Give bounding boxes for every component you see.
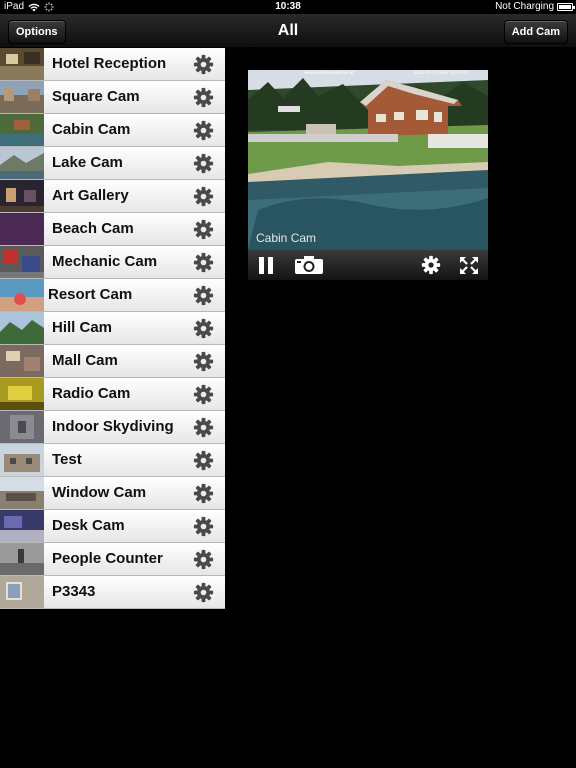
- camera-thumbnail: [0, 81, 44, 113]
- list-item[interactable]: People Counter: [0, 543, 225, 576]
- camera-thumbnail: [0, 576, 44, 608]
- camera-name: Resort Cam: [48, 286, 133, 303]
- camera-viewer[interactable]: www.kaerntnerpartner.at 2013-07-31 CEST …: [248, 70, 488, 280]
- status-bar: iPad 10:38 Not Charging: [0, 0, 576, 14]
- list-item[interactable]: Cabin Cam: [0, 114, 225, 147]
- camera-feed-image[interactable]: www.kaerntnerpartner.at 2013-07-31 CEST …: [248, 70, 488, 250]
- list-item[interactable]: Mall Cam: [0, 345, 225, 378]
- gear-icon[interactable]: [193, 450, 214, 471]
- charging-status: Not Charging: [495, 1, 554, 12]
- camera-name: People Counter: [52, 550, 163, 567]
- nav-bar: Options All Add Cam: [0, 14, 576, 48]
- camera-name: Square Cam: [52, 88, 140, 105]
- camera-thumbnail: [0, 147, 44, 179]
- camera-thumbnail: [0, 444, 44, 476]
- camera-thumbnail: [0, 246, 44, 278]
- camera-name: Radio Cam: [52, 385, 131, 402]
- list-item[interactable]: Beach Cam: [0, 213, 225, 246]
- page-title: All: [277, 22, 299, 39]
- gear-icon[interactable]: [193, 153, 214, 174]
- camera-thumbnail: [0, 477, 44, 509]
- camera-name: Hotel Reception: [52, 55, 167, 72]
- gear-icon[interactable]: [193, 318, 214, 339]
- list-item[interactable]: Resort Cam: [0, 279, 225, 312]
- viewer-caption: Cabin Cam: [256, 231, 317, 245]
- list-item[interactable]: Test: [0, 444, 225, 477]
- pause-icon[interactable]: [258, 256, 274, 275]
- camera-name: Cabin Cam: [52, 121, 131, 138]
- list-item[interactable]: Desk Cam: [0, 510, 225, 543]
- viewer-controls: [248, 250, 488, 280]
- gear-icon[interactable]: [193, 516, 214, 537]
- gear-icon[interactable]: [193, 186, 214, 207]
- list-item[interactable]: Mechanic Cam: [0, 246, 225, 279]
- camera-thumbnail: [0, 312, 44, 344]
- list-item[interactable]: Hotel Reception: [0, 48, 225, 81]
- camera-thumbnail: [0, 543, 44, 575]
- gear-icon[interactable]: [193, 219, 214, 240]
- camera-name: Desk Cam: [52, 517, 125, 534]
- gear-icon[interactable]: [193, 417, 214, 438]
- list-item[interactable]: P3343: [0, 576, 225, 609]
- camera-name: Lake Cam: [52, 154, 123, 171]
- camera-thumbnail: [0, 213, 44, 245]
- camera-name: Window Cam: [52, 484, 147, 501]
- camera-thumbnail: [0, 510, 44, 542]
- camera-name: Indoor Skydiving: [52, 418, 174, 435]
- gear-icon[interactable]: [193, 549, 214, 570]
- gear-icon[interactable]: [193, 582, 214, 603]
- camera-name: Mechanic Cam: [52, 253, 158, 270]
- gear-icon[interactable]: [193, 54, 214, 75]
- camera-name: Mall Cam: [52, 352, 118, 369]
- list-item[interactable]: Indoor Skydiving: [0, 411, 225, 444]
- list-item[interactable]: Window Cam: [0, 477, 225, 510]
- battery-icon: [557, 3, 575, 11]
- camera-thumbnail: [0, 378, 44, 410]
- camera-thumbnail: [0, 411, 44, 443]
- status-time: 10:38: [275, 1, 301, 12]
- list-item[interactable]: Radio Cam: [0, 378, 225, 411]
- gear-icon[interactable]: [193, 87, 214, 108]
- camera-thumbnail: [0, 345, 44, 377]
- camera-name: Hill Cam: [52, 319, 113, 336]
- gear-icon[interactable]: [193, 483, 214, 504]
- camera-icon[interactable]: [294, 255, 324, 275]
- add-cam-button[interactable]: Add Cam: [503, 20, 568, 44]
- camera-name: P3343: [52, 583, 96, 600]
- camera-thumbnail: [0, 180, 44, 212]
- gear-icon[interactable]: [193, 285, 214, 306]
- camera-name: Beach Cam: [52, 220, 134, 237]
- gear-icon[interactable]: [193, 120, 214, 141]
- gear-icon[interactable]: [193, 252, 214, 273]
- gear-icon[interactable]: [193, 351, 214, 372]
- camera-name: Art Gallery: [52, 187, 129, 204]
- camera-list: Hotel Reception Square Cam Cabin Cam Lak…: [0, 48, 225, 609]
- fullscreen-icon[interactable]: [459, 256, 479, 275]
- gear-icon[interactable]: [421, 255, 441, 275]
- list-item[interactable]: Square Cam: [0, 81, 225, 114]
- gear-icon[interactable]: [193, 384, 214, 405]
- list-item[interactable]: Lake Cam: [0, 147, 225, 180]
- camera-name: Test: [52, 451, 82, 468]
- list-item[interactable]: Hill Cam: [0, 312, 225, 345]
- camera-thumbnail: [0, 279, 44, 311]
- timestamp-text: 2013-07-31 CEST 11:03:04: [414, 70, 469, 75]
- camera-thumbnail: [0, 114, 44, 146]
- camera-thumbnail: [0, 48, 44, 80]
- list-item[interactable]: Art Gallery: [0, 180, 225, 213]
- watermark-text: www.kaerntnerpartner.at: [304, 70, 354, 75]
